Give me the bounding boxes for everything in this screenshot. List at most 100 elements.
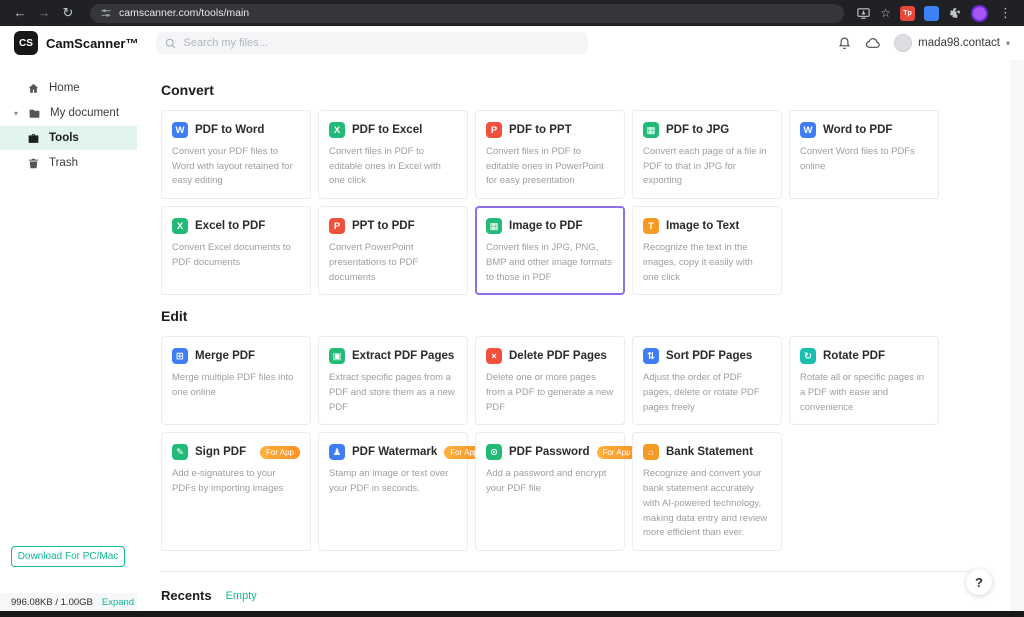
download-pc-mac-button[interactable]: Download For PC/Mac <box>11 546 125 567</box>
search-bar[interactable] <box>156 32 588 54</box>
tool-card-desc: Convert files in PDF to editable ones in… <box>486 145 614 189</box>
tool-card-title: PDF to Excel <box>352 124 422 136</box>
empty-link[interactable]: Empty <box>226 590 257 602</box>
tool-card-pdf-to-excel[interactable]: XPDF to Excel Convert files in PDF to ed… <box>318 110 468 199</box>
tool-card-title: Rotate PDF <box>823 350 885 362</box>
extension-red-icon[interactable]: Tp <box>900 6 915 21</box>
tool-card-title: PDF to JPG <box>666 124 729 136</box>
extensions-puzzle-icon[interactable] <box>948 6 962 20</box>
tool-card-desc: Adjust the order of PDF pages, delete or… <box>643 371 771 415</box>
storage-usage-text: 996.08KB / 1.00GB <box>11 597 93 608</box>
sidebar-item-my-document[interactable]: ▾ My document <box>0 101 137 125</box>
help-button[interactable]: ? <box>966 569 992 595</box>
tool-card-title: Excel to PDF <box>195 220 265 232</box>
cloud-sync-icon[interactable] <box>865 35 881 51</box>
tool-card-pdf-to-word[interactable]: W PDF to Word Convert your PDF files to W… <box>161 110 311 199</box>
recents-header: Recents Empty <box>161 588 986 603</box>
tool-card-rotate-pdf[interactable]: ↻Rotate PDF Rotate all or specific pages… <box>789 336 939 425</box>
window-bottom-edge <box>0 611 1024 617</box>
bookmark-star-icon[interactable]: ☆ <box>880 6 891 20</box>
tool-card-pdf-to-ppt[interactable]: PPDF to PPT Convert files in PDF to edit… <box>475 110 625 199</box>
site-info-icon[interactable] <box>100 7 112 19</box>
sidebar-item-trash[interactable]: Trash <box>0 151 137 175</box>
trash-icon <box>27 157 40 170</box>
tool-card-desc: Convert each page of a file in PDF to th… <box>643 145 771 189</box>
tool-card-title: PPT to PDF <box>352 220 415 232</box>
sidebar: Home ▾ My document Tools Trash <box>0 60 137 611</box>
sidebar-item-label: My document <box>50 107 119 119</box>
tool-card-delete-pdf-pages[interactable]: ×Delete PDF Pages Delete one or more pag… <box>475 336 625 425</box>
tool-card-title: Merge PDF <box>195 350 255 362</box>
forward-icon[interactable]: → <box>34 3 54 23</box>
merge-pdf-icon: ⊞ <box>172 348 188 364</box>
notifications-bell-icon[interactable] <box>837 36 852 51</box>
tool-card-desc: Recognize the text in the images, copy i… <box>643 241 771 285</box>
tool-card-desc: Add e-signatures to your PDFs by importi… <box>172 467 300 496</box>
page: ← → ↻ camscanner.com/tools/main ☆ Tp ⋮ C… <box>0 0 1024 617</box>
tool-card-sign-pdf[interactable]: ✎Sign PDFFor App Add e-signatures to you… <box>161 432 311 551</box>
tool-card-desc: Delete one or more pages from a PDF to g… <box>486 371 614 415</box>
tool-card-title: Sort PDF Pages <box>666 350 752 362</box>
tool-card-desc: Add a password and encrypt your PDF file <box>486 467 614 496</box>
tool-card-merge-pdf[interactable]: ⊞Merge PDF Merge multiple PDF files into… <box>161 336 311 425</box>
account-name: mada98.contact <box>918 37 1000 49</box>
browser-menu-icon[interactable]: ⋮ <box>997 5 1014 21</box>
sidebar-item-tools[interactable]: Tools <box>0 126 137 150</box>
edit-cards: ⊞Merge PDF Merge multiple PDF files into… <box>161 336 986 551</box>
excel-to-pdf-icon: X <box>172 218 188 234</box>
image-to-text-icon: T <box>643 218 659 234</box>
tool-card-image-to-pdf[interactable]: ▦Image to PDF Convert files in JPG, PNG,… <box>475 206 625 295</box>
reload-icon[interactable]: ↻ <box>58 3 78 23</box>
back-icon[interactable]: ← <box>10 3 30 23</box>
tool-card-sort-pdf-pages[interactable]: ⇅ Sort PDF Pages Adjust the order of PDF … <box>632 336 782 425</box>
url-text: camscanner.com/tools/main <box>119 7 249 19</box>
tool-card-title: Sign PDF <box>195 446 246 458</box>
ppt-to-pdf-icon: P <box>329 218 345 234</box>
tool-card-pdf-watermark[interactable]: ♟PDF WatermarkFor App Stamp an image or … <box>318 432 468 551</box>
sidebar-item-home[interactable]: Home <box>0 76 137 100</box>
search-input[interactable] <box>183 37 580 49</box>
pdf-to-word-icon: W <box>172 122 188 138</box>
tool-card-word-to-pdf[interactable]: WWord to PDF Convert Word files to PDFs … <box>789 110 939 199</box>
tool-card-excel-to-pdf[interactable]: X Excel to PDF Convert Excel documents to… <box>161 206 311 295</box>
camscanner-logo: CS <box>14 31 38 55</box>
tool-card-desc: Convert PowerPoint presentations to PDF … <box>329 241 457 285</box>
tool-card-desc: Recognize and convert your bank statemen… <box>643 467 771 541</box>
section-title-convert: Convert <box>161 82 986 98</box>
pdf-password-icon: ⊙ <box>486 444 502 460</box>
sign-pdf-icon: ✎ <box>172 444 188 460</box>
for-app-badge: For App <box>597 446 637 459</box>
tool-card-pdf-to-jpg[interactable]: ▦PDF to JPG Convert each page of a file … <box>632 110 782 199</box>
tool-card-ppt-to-pdf[interactable]: P PPT to PDF Convert PowerPoint presentat… <box>318 206 468 295</box>
browser-profile-avatar[interactable] <box>971 5 988 22</box>
tool-card-desc: Stamp an image or text over your PDF in … <box>329 467 457 496</box>
share-screen-icon[interactable] <box>856 6 871 21</box>
tool-card-title: Extract PDF Pages <box>352 350 454 362</box>
tool-card-title: Image to Text <box>666 220 739 232</box>
tool-card-title: Bank Statement <box>666 446 753 458</box>
main-content: Convert W PDF to Word Convert your PDF fi… <box>137 60 1010 611</box>
tool-card-image-to-text[interactable]: T Image to Text Recognize the text in the… <box>632 206 782 295</box>
tool-card-title: Word to PDF <box>823 124 892 136</box>
address-bar[interactable]: camscanner.com/tools/main <box>90 4 844 23</box>
tool-card-desc: Convert Word files to PDFs online <box>800 145 928 174</box>
expand-link[interactable]: Expand <box>102 597 134 608</box>
tool-card-pdf-password[interactable]: ⊙PDF PasswordFor App Add a password and … <box>475 432 625 551</box>
extension-blue-icon[interactable] <box>924 6 939 21</box>
tool-card-desc: Convert files in PDF to editable ones in… <box>329 145 457 189</box>
tool-card-title: PDF to Word <box>195 124 264 136</box>
tool-card-desc: Extract specific pages from a PDF and st… <box>329 371 457 415</box>
account-menu[interactable]: mada98.contact ▾ <box>894 34 1010 52</box>
sidebar-item-label: Trash <box>49 157 78 169</box>
tool-card-desc: Convert your PDF files to Word with layo… <box>172 145 300 189</box>
tool-card-desc: Convert Excel documents to PDF documents <box>172 241 300 270</box>
bank-statement-icon: ⌂ <box>643 444 659 460</box>
chevron-down-icon[interactable]: ▾ <box>14 109 19 118</box>
tool-card-bank-statement[interactable]: ⌂ Bank Statement Recognize and convert yo… <box>632 432 782 551</box>
account-avatar <box>894 34 912 52</box>
tool-card-extract-pdf-pages[interactable]: ▣Extract PDF Pages Extract specific page… <box>318 336 468 425</box>
sort-pdf-pages-icon: ⇅ <box>643 348 659 364</box>
home-icon <box>27 82 40 95</box>
brand-name: CamScanner™ <box>46 36 138 51</box>
app-header: CS CamScanner™ mada98.contact ▾ <box>0 26 1024 60</box>
